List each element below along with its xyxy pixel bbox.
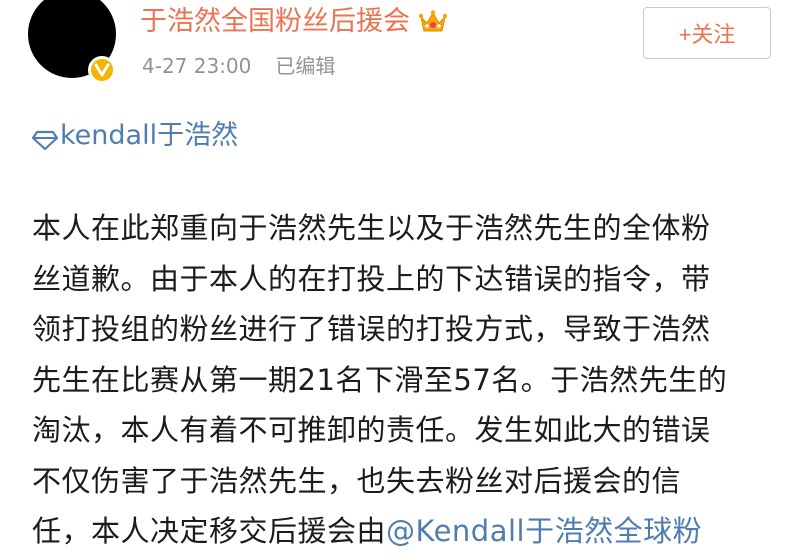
body-line-last: 任，本人决定移交后援会由@Kendall于浩然全球粉 <box>32 506 777 557</box>
follow-button[interactable]: +关注 <box>643 7 771 59</box>
timestamp: 4-27 23:00 <box>142 54 252 78</box>
body-line-text: 任，本人决定移交后援会由 <box>32 514 387 548</box>
body-line: 不仅伤害了于浩然先生，也失去粉丝对后援会的信 <box>32 463 682 498</box>
diamond-icon <box>31 125 59 151</box>
avatar-container[interactable] <box>28 0 124 96</box>
body-line: 丝道歉。由于本人的在打投上的下达错误的指令，带 <box>32 261 711 296</box>
post-body: 本人在此郑重向于浩然先生以及于浩然先生的全体粉 丝道歉。由于本人的在打投上的下达… <box>32 203 777 557</box>
crown-icon[interactable] <box>418 9 448 35</box>
mention-link[interactable]: @Kendall于浩然全球粉 <box>386 514 702 548</box>
body-line: 先生在比赛从第一期21名下滑至57名。于浩然先生的 <box>32 362 728 397</box>
body-line: 领打投组的粉丝进行了错误的打投方式，导致于浩然 <box>32 312 711 346</box>
author-name[interactable]: 于浩然全国粉丝后援会 <box>140 4 410 40</box>
super-topic-link[interactable]: kendall于浩然 <box>31 118 238 154</box>
body-line: 淘汰，本人有着不可推卸的责任。发生如此大的错误 <box>32 413 711 447</box>
edited-label[interactable]: 已编辑 <box>275 54 335 78</box>
author-name-row[interactable]: 于浩然全国粉丝后援会 <box>140 4 448 40</box>
body-line: 本人在此郑重向于浩然先生以及于浩然先生的全体粉 <box>32 211 711 245</box>
post-meta: 4-27 23:00 已编辑 <box>142 52 335 80</box>
verified-badge-icon <box>88 56 116 84</box>
weibo-post: 于浩然全国粉丝后援会 4-27 23:00 已编辑 +关注 kendall于浩然 <box>0 0 795 548</box>
topic-label[interactable]: kendall于浩然 <box>60 118 238 154</box>
